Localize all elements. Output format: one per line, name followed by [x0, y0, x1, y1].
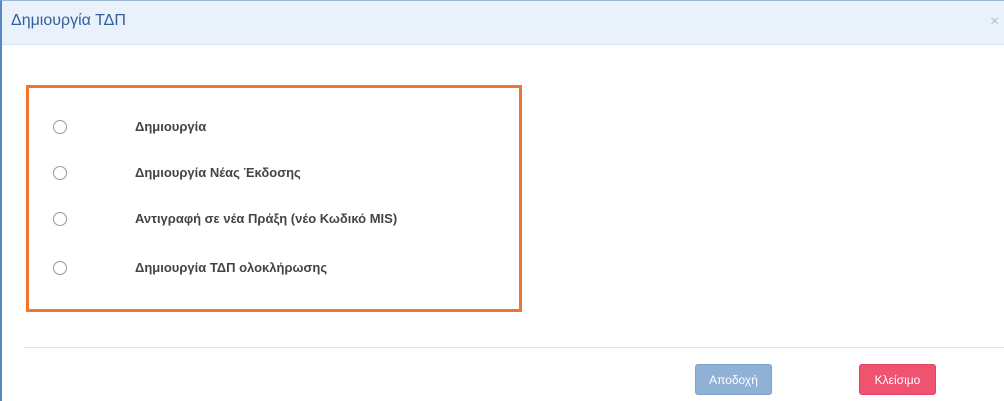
- option-copy-to-new-project[interactable]: Αντιγραφή σε νέα Πράξη (νέο Κωδικό MIS): [53, 209, 513, 231]
- option-label: Δημιουργία Νέας Έκδοσης: [135, 165, 301, 180]
- option-create[interactable]: Δημιουργία: [53, 117, 513, 139]
- close-icon[interactable]: ×: [990, 12, 1004, 32]
- radio-button[interactable]: [53, 166, 67, 180]
- radio-button[interactable]: [53, 212, 67, 226]
- radio-button[interactable]: [53, 261, 67, 275]
- options-highlight-frame: Δημιουργία Δημιουργία Νέας Έκδοσης Αντιγ…: [26, 85, 522, 312]
- option-label: Αντιγραφή σε νέα Πράξη (νέο Κωδικό MIS): [135, 211, 398, 226]
- option-create-new-version[interactable]: Δημιουργία Νέας Έκδοσης: [53, 163, 513, 185]
- radio-button[interactable]: [53, 120, 67, 134]
- dialog-header: Δημιουργία ΤΔΠ ×: [2, 1, 1004, 45]
- footer-divider: [24, 347, 1004, 348]
- option-create-completion-tdp[interactable]: Δημιουργία ΤΔΠ ολοκλήρωσης: [53, 258, 513, 280]
- create-tdp-dialog: Δημιουργία ΤΔΠ × Δημιουργία Δημιουργία Ν…: [0, 0, 1004, 401]
- option-label: Δημιουργία: [135, 119, 207, 134]
- dialog-title: Δημιουργία ΤΔΠ: [11, 12, 126, 29]
- accept-button[interactable]: Αποδοχή: [695, 364, 772, 395]
- option-label: Δημιουργία ΤΔΠ ολοκλήρωσης: [135, 260, 328, 275]
- close-button[interactable]: Κλείσιμο: [859, 364, 936, 395]
